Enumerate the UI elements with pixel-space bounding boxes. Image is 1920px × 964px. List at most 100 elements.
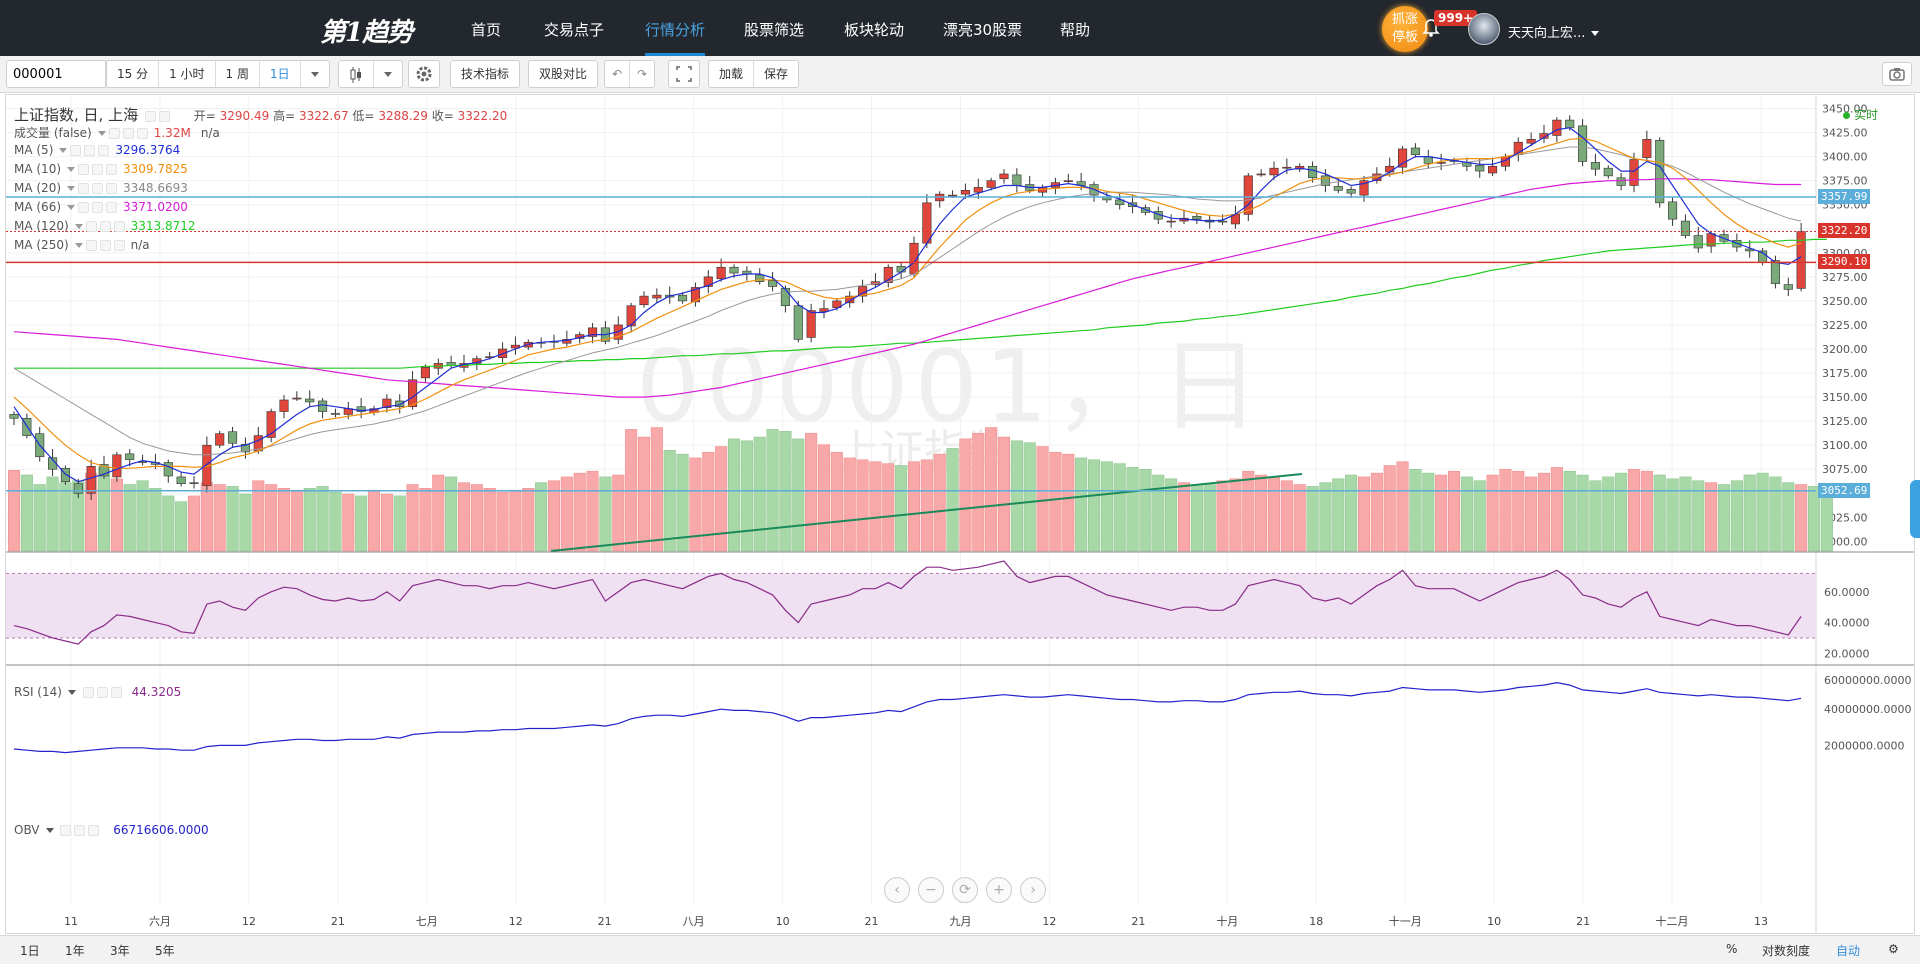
nav-sector-rotation[interactable]: 板块轮动 bbox=[844, 0, 904, 56]
save-button[interactable]: 保存 bbox=[754, 61, 798, 87]
undo-button[interactable]: ↶ bbox=[605, 61, 631, 87]
volume-bar bbox=[1357, 476, 1371, 552]
settings-icon[interactable] bbox=[96, 687, 108, 698]
eye-icon[interactable] bbox=[85, 221, 97, 232]
eye-icon[interactable] bbox=[78, 183, 90, 194]
close-icon[interactable] bbox=[113, 240, 125, 251]
close-icon[interactable] bbox=[88, 825, 100, 836]
settings-icon[interactable] bbox=[74, 825, 86, 836]
chart-area[interactable]: 000001，日 上证指数 3000.003025.003050.003075.… bbox=[5, 94, 1915, 934]
volume-bar bbox=[1229, 478, 1242, 552]
close-icon[interactable] bbox=[98, 145, 110, 156]
interval-1h[interactable]: 1 小时 bbox=[159, 61, 216, 87]
settings-icon[interactable] bbox=[84, 145, 96, 156]
range-3y[interactable]: 3年 bbox=[110, 942, 130, 959]
settings-icon[interactable] bbox=[158, 111, 170, 122]
fullscreen-button[interactable] bbox=[668, 60, 700, 88]
legend-ma-5[interactable]: MA (5) 3296.3764 bbox=[14, 143, 180, 157]
interval-dropdown[interactable] bbox=[301, 61, 329, 87]
settings-icon[interactable] bbox=[122, 128, 134, 139]
scroll-right-icon[interactable]: › bbox=[1020, 877, 1046, 903]
nav-top30-stocks[interactable]: 漂亮30股票 bbox=[943, 0, 1022, 56]
zoom-out-icon[interactable]: − bbox=[918, 877, 944, 903]
close-icon[interactable] bbox=[106, 202, 118, 213]
legend-ma-120[interactable]: MA (120) 3313.8712 bbox=[14, 219, 196, 233]
candle-body bbox=[1475, 164, 1485, 172]
close-icon[interactable] bbox=[136, 128, 148, 139]
load-button[interactable]: 加载 bbox=[709, 61, 755, 87]
settings-button[interactable] bbox=[408, 60, 440, 88]
chevron-down-icon[interactable] bbox=[67, 167, 76, 172]
range-5y[interactable]: 5年 bbox=[155, 942, 175, 959]
settings-icon[interactable] bbox=[92, 202, 104, 213]
eye-icon[interactable] bbox=[60, 825, 72, 836]
snapshot-button[interactable] bbox=[1882, 62, 1912, 86]
legend-ma-10[interactable]: MA (10) 3309.7825 bbox=[14, 162, 188, 176]
site-logo[interactable]: 第1趋势 bbox=[320, 12, 413, 49]
redo-button[interactable]: ↷ bbox=[630, 61, 654, 87]
volume-bar bbox=[110, 478, 123, 552]
settings-icon[interactable] bbox=[92, 183, 104, 194]
percent-toggle[interactable]: % bbox=[1726, 942, 1737, 956]
chevron-down-icon[interactable] bbox=[67, 186, 76, 191]
legend-ma-20[interactable]: MA (20) 3348.6693 bbox=[14, 181, 188, 195]
zoom-in-icon[interactable]: + bbox=[986, 877, 1012, 903]
eye-icon[interactable] bbox=[78, 164, 90, 175]
nav-stock-screener[interactable]: 股票筛选 bbox=[744, 0, 804, 56]
close-icon[interactable] bbox=[106, 164, 118, 175]
eye-icon[interactable] bbox=[108, 128, 120, 139]
price-tick-label: 3150.00 bbox=[1822, 391, 1868, 404]
interval-1w[interactable]: 1 周 bbox=[216, 61, 260, 87]
x-tick-label: 六月 bbox=[149, 915, 171, 928]
chevron-down-icon[interactable] bbox=[74, 243, 83, 248]
nav-help[interactable]: 帮助 bbox=[1060, 0, 1090, 56]
legend--false[interactable]: 成交量 (false) 1.32M n/a bbox=[14, 124, 220, 141]
chart-settings-button[interactable]: ⚙ bbox=[1888, 942, 1899, 956]
eye-icon[interactable] bbox=[82, 687, 94, 698]
scroll-left-icon[interactable]: ‹ bbox=[884, 877, 910, 903]
range-1y[interactable]: 1年 bbox=[65, 942, 85, 959]
legend-value: n/a bbox=[130, 238, 150, 252]
auto-scale-toggle[interactable]: 自动 bbox=[1836, 942, 1860, 959]
price-chart[interactable]: 3000.003025.003050.003075.003100.003125.… bbox=[6, 95, 1914, 933]
chevron-down-icon[interactable] bbox=[67, 690, 76, 695]
range-1d[interactable]: 1日 bbox=[20, 942, 40, 959]
nav-home[interactable]: 首页 bbox=[471, 0, 501, 56]
avatar[interactable] bbox=[1468, 13, 1500, 45]
legend-ma-250[interactable]: MA (250) n/a bbox=[14, 238, 150, 252]
volume-bar bbox=[406, 484, 419, 552]
log-scale-toggle[interactable]: 对数刻度 bbox=[1762, 942, 1810, 959]
symbol-input[interactable] bbox=[6, 60, 106, 88]
nav-trade-ideas[interactable]: 交易点子 bbox=[544, 0, 604, 56]
interval-1d[interactable]: 1日 bbox=[260, 61, 301, 87]
nav-market-analysis[interactable]: 行情分析 bbox=[645, 0, 706, 56]
eye-icon[interactable] bbox=[144, 111, 156, 122]
chevron-down-icon[interactable] bbox=[59, 148, 68, 153]
legend-ma-66[interactable]: MA (66) 3371.0200 bbox=[14, 200, 188, 214]
chevron-down-icon[interactable] bbox=[45, 828, 54, 833]
eye-icon[interactable] bbox=[85, 240, 97, 251]
chevron-down-icon[interactable] bbox=[97, 131, 106, 136]
eye-icon[interactable] bbox=[78, 202, 90, 213]
chart-type-dropdown[interactable] bbox=[374, 61, 402, 87]
interval-15m[interactable]: 15 分 bbox=[107, 61, 160, 87]
compare-button[interactable]: 双股对比 bbox=[528, 60, 599, 88]
volume-bar bbox=[740, 440, 753, 552]
user-menu[interactable]: 天天向上宏... bbox=[1508, 22, 1600, 41]
legend-value: 3309.7825 bbox=[123, 162, 188, 176]
side-panel-toggle[interactable] bbox=[1910, 480, 1920, 538]
settings-icon[interactable] bbox=[92, 164, 104, 175]
legend-name: MA (250) bbox=[14, 238, 69, 252]
indicators-button[interactable]: 技术指标 bbox=[450, 60, 521, 88]
settings-icon[interactable] bbox=[99, 240, 111, 251]
close-icon[interactable] bbox=[113, 221, 125, 232]
close-icon[interactable] bbox=[106, 183, 118, 194]
obv-value: 66716606.0000 bbox=[113, 823, 209, 837]
candlestick-button[interactable] bbox=[339, 61, 374, 87]
chevron-down-icon[interactable] bbox=[74, 224, 83, 229]
settings-icon[interactable] bbox=[99, 221, 111, 232]
eye-icon[interactable] bbox=[70, 145, 82, 156]
close-icon[interactable] bbox=[110, 687, 122, 698]
chevron-down-icon[interactable] bbox=[67, 205, 76, 210]
reset-icon[interactable]: ⟳ bbox=[952, 877, 978, 903]
